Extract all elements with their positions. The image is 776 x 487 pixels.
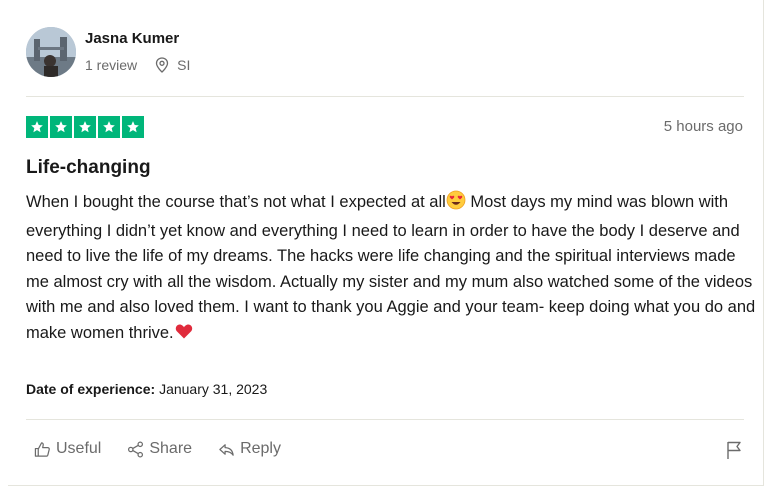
location-pin-icon [155,57,169,73]
reviewer-name[interactable]: Jasna Kumer [85,30,179,47]
reply-label: Reply [240,440,281,457]
share-button[interactable]: Share [127,440,192,458]
date-of-experience: Date of experience: January 31, 2023 [26,381,267,397]
reply-icon [219,443,234,456]
useful-label: Useful [56,440,102,457]
review-card: Jasna Kumer 1 review SI 5 hours ago Life… [8,0,764,486]
share-icon [128,441,144,457]
experience-label: Date of experience: [26,381,156,397]
report-flag-button[interactable] [725,440,743,465]
reviewer-meta: 1 review SI [85,57,190,73]
review-actions: Useful Share Reply [34,440,307,458]
star-icon [50,116,72,138]
flag-icon [727,441,741,459]
reply-button[interactable]: Reply [218,440,281,458]
heart-eyes-emoji-icon [446,190,466,219]
review-text-part1: When I bought the course that’s not what… [26,193,446,211]
star-icon [74,116,96,138]
review-text-part2: Most days my mind was blown with everyth… [26,193,756,342]
share-label: Share [149,440,193,457]
star-icon [122,116,144,138]
review-date: 5 hours ago [663,118,743,135]
review-count: 1 review [85,57,138,73]
footer-divider [26,419,744,420]
reviewer-country: SI [177,57,191,73]
header-divider [26,96,744,97]
star-rating [26,116,144,138]
useful-button[interactable]: Useful [34,440,101,458]
avatar-photo [26,27,76,77]
star-icon [98,116,120,138]
red-heart-emoji-icon [174,321,194,350]
review-body: When I bought the course that’s not what… [26,190,756,349]
star-icon [26,116,48,138]
reviewer-avatar[interactable] [26,27,76,77]
experience-date: January 31, 2023 [159,381,268,397]
review-title: Life-changing [26,157,151,178]
thumbs-up-icon [34,441,50,457]
